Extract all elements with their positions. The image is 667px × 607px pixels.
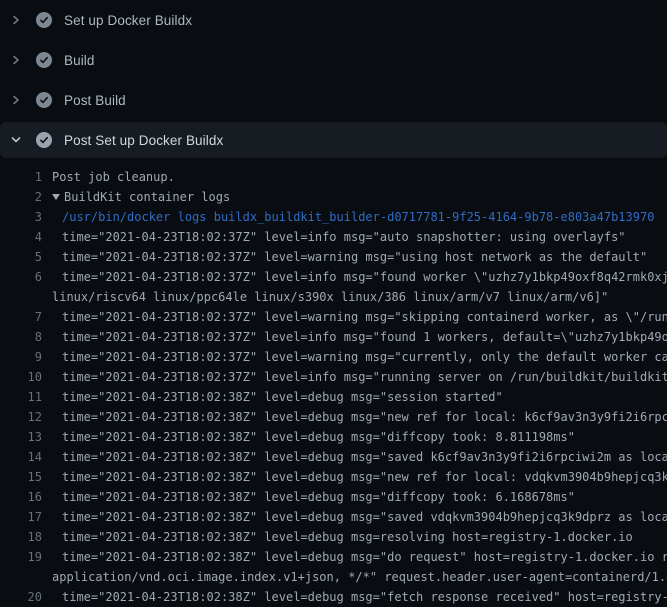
line-number[interactable]: 10 bbox=[0, 367, 42, 387]
log-text: time="2021-04-23T18:02:37Z" level=info m… bbox=[62, 327, 667, 347]
line-number[interactable]: 5 bbox=[0, 247, 42, 267]
line-number[interactable]: 17 bbox=[0, 507, 42, 527]
line-number[interactable]: 1 bbox=[0, 167, 42, 187]
line-number[interactable]: 12 bbox=[0, 407, 42, 427]
log-line: 16 time="2021-04-23T18:02:38Z" level=debu… bbox=[0, 487, 667, 507]
log-line: 12 time="2021-04-23T18:02:38Z" level=debu… bbox=[0, 407, 667, 427]
log-line: 3/usr/bin/docker logs buildx_buildkit_bu… bbox=[0, 207, 667, 227]
log-line: 6 time="2021-04-23T18:02:37Z" level=info … bbox=[0, 267, 667, 287]
log-line: 20 time="2021-04-23T18:02:38Z" level=debu… bbox=[0, 587, 667, 607]
line-number[interactable]: 20 bbox=[0, 587, 42, 607]
log-line: 9 time="2021-04-23T18:02:37Z" level=warni… bbox=[0, 347, 667, 367]
log-line: 10 time="2021-04-23T18:02:37Z" level=info… bbox=[0, 367, 667, 387]
log-text: time="2021-04-23T18:02:37Z" level=info m… bbox=[62, 227, 626, 247]
step-post-build[interactable]: Post Build bbox=[0, 80, 667, 120]
step-label: Post Set up Docker Buildx bbox=[64, 133, 223, 148]
log-command-text: /usr/bin/docker logs buildx_buildkit_bui… bbox=[62, 207, 654, 227]
step-build[interactable]: Build bbox=[0, 40, 667, 80]
line-number[interactable]: 19 bbox=[0, 547, 42, 567]
check-circle-icon bbox=[36, 12, 52, 28]
group-collapse-triangle-icon[interactable] bbox=[52, 194, 60, 200]
step-label: Set up Docker Buildx bbox=[64, 13, 192, 28]
chevron-right-icon[interactable] bbox=[8, 92, 24, 108]
line-number[interactable]: 18 bbox=[0, 527, 42, 547]
line-number[interactable]: 15 bbox=[0, 467, 42, 487]
step-label: Post Build bbox=[64, 93, 126, 108]
log-text: time="2021-04-23T18:02:38Z" level=debug … bbox=[62, 467, 667, 487]
line-number[interactable]: 2 bbox=[0, 187, 42, 207]
log-line-continuation: linux/riscv64 linux/ppc64le linux/s390x … bbox=[0, 287, 667, 307]
log-text: time="2021-04-23T18:02:38Z" level=debug … bbox=[62, 547, 667, 567]
log-line: 18 time="2021-04-23T18:02:38Z" level=debu… bbox=[0, 527, 667, 547]
log-line: 11 time="2021-04-23T18:02:38Z" level=debu… bbox=[0, 387, 667, 407]
check-circle-icon bbox=[36, 132, 52, 148]
line-number[interactable]: 16 bbox=[0, 487, 42, 507]
chevron-down-icon[interactable] bbox=[8, 132, 24, 148]
log-text: time="2021-04-23T18:02:37Z" level=info m… bbox=[62, 367, 667, 387]
log-text: time="2021-04-23T18:02:37Z" level=warnin… bbox=[62, 247, 647, 267]
log-line: 8 time="2021-04-23T18:02:37Z" level=info … bbox=[0, 327, 667, 347]
log-text: time="2021-04-23T18:02:37Z" level=info m… bbox=[62, 267, 667, 287]
step-label: Build bbox=[64, 53, 95, 68]
log-line: 4 time="2021-04-23T18:02:37Z" level=info … bbox=[0, 227, 667, 247]
chevron-right-icon[interactable] bbox=[8, 52, 24, 68]
log-line: 14 time="2021-04-23T18:02:38Z" level=debu… bbox=[0, 447, 667, 467]
workflow-log-panel: Set up Docker Buildx Build Post Build Post … bbox=[0, 0, 667, 607]
check-circle-icon bbox=[36, 52, 52, 68]
step-set-up-docker-buildx[interactable]: Set up Docker Buildx bbox=[0, 0, 667, 40]
log-line: 7 time="2021-04-23T18:02:37Z" level=warni… bbox=[0, 307, 667, 327]
line-number[interactable]: 6 bbox=[0, 267, 42, 287]
line-number[interactable]: 7 bbox=[0, 307, 42, 327]
log-text: time="2021-04-23T18:02:38Z" level=debug … bbox=[62, 527, 633, 547]
line-number[interactable]: 14 bbox=[0, 447, 42, 467]
log-line: 17 time="2021-04-23T18:02:38Z" level=debu… bbox=[0, 507, 667, 527]
log-text: linux/riscv64 linux/ppc64le linux/s390x … bbox=[52, 287, 608, 307]
line-number[interactable]: 4 bbox=[0, 227, 42, 247]
line-number[interactable]: 9 bbox=[0, 347, 42, 367]
log-line: 15 time="2021-04-23T18:02:38Z" level=debu… bbox=[0, 467, 667, 487]
line-number[interactable]: 13 bbox=[0, 427, 42, 447]
log-text: time="2021-04-23T18:02:37Z" level=warnin… bbox=[62, 307, 667, 327]
log-line: 19 time="2021-04-23T18:02:38Z" level=debu… bbox=[0, 547, 667, 567]
log-line: 13 time="2021-04-23T18:02:38Z" level=debu… bbox=[0, 427, 667, 447]
log-text: application/vnd.oci.image.index.v1+json,… bbox=[52, 567, 667, 587]
log-text: Post job cleanup. bbox=[52, 167, 175, 187]
line-number[interactable]: 3 bbox=[0, 207, 42, 227]
log-line: 2 BuildKit container logs bbox=[0, 187, 667, 207]
log-text: time="2021-04-23T18:02:38Z" level=debug … bbox=[62, 587, 667, 607]
log-viewer: 1 Post job cleanup. 2 BuildKit container lo… bbox=[0, 167, 667, 607]
line-number[interactable]: 11 bbox=[0, 387, 42, 407]
log-line: 5 time="2021-04-23T18:02:37Z" level=warni… bbox=[0, 247, 667, 267]
log-line: 1 Post job cleanup. bbox=[0, 167, 667, 187]
line-number[interactable]: 8 bbox=[0, 327, 42, 347]
chevron-right-icon[interactable] bbox=[8, 12, 24, 28]
check-circle-icon bbox=[36, 92, 52, 108]
log-text: time="2021-04-23T18:02:38Z" level=debug … bbox=[62, 447, 667, 467]
log-text: time="2021-04-23T18:02:38Z" level=debug … bbox=[62, 387, 503, 407]
log-text: time="2021-04-23T18:02:38Z" level=debug … bbox=[62, 407, 667, 427]
log-text: time="2021-04-23T18:02:37Z" level=warnin… bbox=[62, 347, 667, 367]
log-line-continuation: application/vnd.oci.image.index.v1+json,… bbox=[0, 567, 667, 587]
log-text: time="2021-04-23T18:02:38Z" level=debug … bbox=[62, 507, 667, 527]
step-post-set-up-docker-buildx[interactable]: Post Set up Docker Buildx bbox=[0, 122, 667, 158]
steps-list: Set up Docker Buildx Build Post Build Post … bbox=[0, 0, 667, 158]
log-text: time="2021-04-23T18:02:38Z" level=debug … bbox=[62, 427, 575, 447]
log-text: time="2021-04-23T18:02:38Z" level=debug … bbox=[62, 487, 575, 507]
log-text: BuildKit container logs bbox=[52, 187, 230, 207]
